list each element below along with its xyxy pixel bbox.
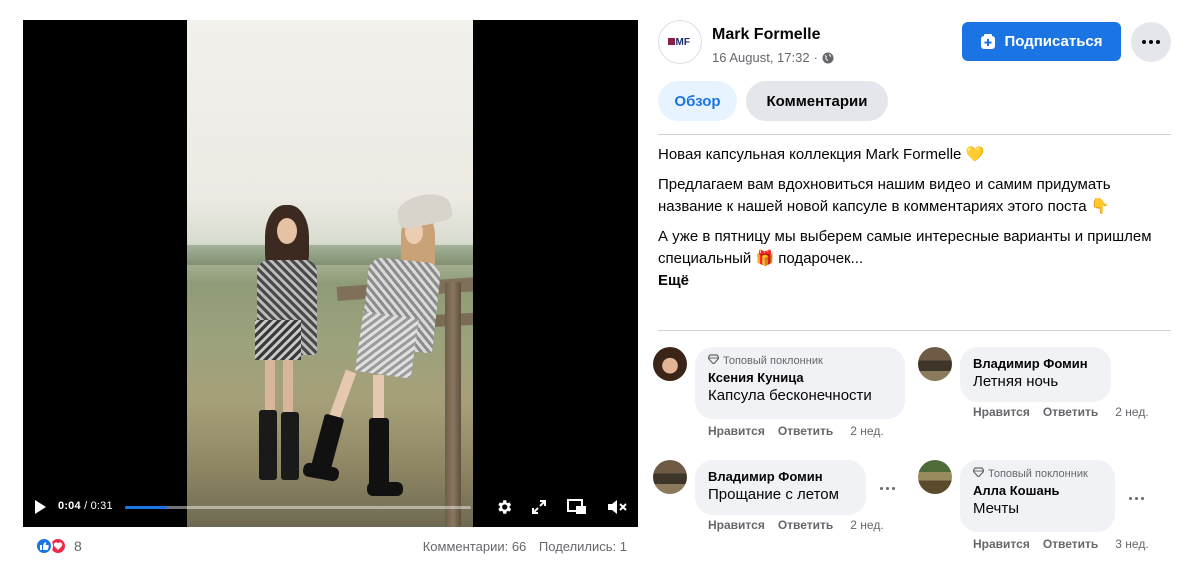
video-time: 0:04 / 0:31 — [58, 500, 113, 512]
duration: 0:31 — [90, 500, 113, 512]
comment-text: Летняя ночь — [973, 373, 1059, 390]
diamond-icon — [707, 354, 720, 367]
comment-age: 2 нед. — [850, 424, 884, 438]
reply-link[interactable]: Ответить — [778, 518, 833, 532]
shares-count-link[interactable]: Поделились: 1 — [539, 539, 627, 554]
comment-author[interactable]: Алла Кошань — [973, 483, 1102, 498]
comment-actions: Нравится Ответить 2 нед. — [708, 424, 897, 438]
comment-author[interactable]: Владимир Фомин — [708, 469, 853, 484]
divider — [658, 330, 1171, 331]
comment-text: Прощание с летом — [708, 486, 839, 503]
see-more-link[interactable]: Ещё — [658, 270, 1168, 292]
comment-actions: Нравится Ответить 2 нед. — [973, 405, 1162, 419]
commenter-avatar[interactable] — [918, 347, 952, 381]
comment-actions: Нравится Ответить 2 нед. — [708, 518, 897, 532]
avatar-logo-text: MF — [676, 37, 690, 48]
like-comment-link[interactable]: Нравится — [973, 537, 1030, 551]
commenter-avatar[interactable] — [918, 460, 952, 494]
comment-actions: Нравится Ответить 3 нед. — [973, 537, 1162, 551]
reply-link[interactable]: Ответить — [1043, 405, 1098, 419]
page-avatar[interactable]: MF — [658, 20, 702, 64]
globe-icon — [822, 52, 834, 64]
more-dots-icon — [1142, 40, 1160, 44]
reply-link[interactable]: Ответить — [1043, 537, 1098, 551]
meta-separator: · — [813, 50, 818, 65]
more-dots-icon — [879, 486, 895, 490]
comment-bubble: Владимир Фомин Летняя ночь — [960, 347, 1111, 402]
post-meta: 16 August, 17:32 · — [712, 50, 834, 65]
expand-icon[interactable] — [526, 487, 552, 527]
badge-label: Топовый поклонник — [988, 467, 1088, 480]
muted-speaker-icon[interactable] — [603, 487, 631, 527]
post-date[interactable]: 16 August, 17:32 — [712, 50, 810, 65]
divider — [658, 134, 1171, 135]
post-text: Новая капсульная коллекция Mark Formelle… — [658, 144, 1168, 292]
badge-label: Топовый поклонник — [723, 354, 823, 367]
comment-text: Капсула бесконечности — [708, 387, 872, 404]
video-controls: 0:04 / 0:31 — [23, 487, 638, 527]
current-time: 0:04 — [58, 500, 81, 512]
commenter-avatar[interactable] — [653, 347, 687, 381]
post-paragraph: Предлагаем вам вдохновиться нашим видео … — [658, 176, 1111, 215]
comment-options-button[interactable] — [875, 476, 899, 500]
commenter-avatar[interactable] — [653, 460, 687, 494]
play-icon[interactable] — [28, 487, 52, 527]
comment-author[interactable]: Владимир Фомин — [973, 356, 1098, 371]
reaction-count: 8 — [74, 538, 82, 554]
like-comment-link[interactable]: Нравится — [708, 424, 765, 438]
subscribe-label: Подписаться — [1004, 33, 1103, 50]
subscribe-button[interactable]: Подписаться — [962, 22, 1121, 61]
progress-fill — [125, 506, 167, 509]
page-name[interactable]: Mark Formelle — [712, 26, 820, 44]
post-paragraph: Новая капсульная коллекция Mark Formelle… — [658, 146, 985, 163]
picture-in-picture-icon[interactable] — [563, 487, 591, 527]
post-paragraph: А уже в пятницу мы выберем самые интерес… — [658, 228, 1152, 267]
settings-gear-icon[interactable] — [491, 487, 517, 527]
post-stats: Комментарии: 66 Поделились: 1 — [423, 539, 627, 554]
tab-comments[interactable]: Комментарии — [746, 81, 888, 121]
comment-author[interactable]: Ксения Куница — [708, 370, 892, 385]
comment-options-button[interactable] — [1124, 486, 1148, 510]
comments-count-link[interactable]: Комментарии: 66 — [423, 539, 527, 554]
diamond-icon — [972, 467, 985, 480]
like-comment-link[interactable]: Нравится — [973, 405, 1030, 419]
comment-bubble: Топовый поклонник Ксения Куница Капсула … — [695, 347, 905, 419]
like-reaction-icon — [35, 537, 53, 555]
top-fan-badge: Топовый поклонник — [972, 467, 1102, 480]
reply-link[interactable]: Ответить — [778, 424, 833, 438]
top-fan-badge: Топовый поклонник — [707, 354, 892, 367]
comment-text: Мечты — [973, 500, 1019, 517]
more-dots-icon — [1128, 496, 1144, 500]
subscribe-plus-icon — [980, 33, 996, 50]
comment-age: 2 нед. — [850, 518, 884, 532]
comment-age: 2 нед. — [1115, 405, 1149, 419]
tab-overview[interactable]: Обзор — [658, 81, 737, 121]
comment-age: 3 нед. — [1115, 537, 1149, 551]
more-options-button[interactable] — [1131, 22, 1171, 62]
reaction-summary[interactable]: 8 — [35, 537, 82, 555]
comment-bubble: Владимир Фомин Прощание с летом — [695, 460, 866, 515]
video-frame — [187, 20, 473, 527]
progress-bar[interactable] — [125, 506, 471, 509]
like-comment-link[interactable]: Нравится — [708, 518, 765, 532]
comment-bubble: Топовый поклонник Алла Кошань Мечты — [960, 460, 1115, 532]
video-player[interactable]: 0:04 / 0:31 — [23, 20, 638, 527]
